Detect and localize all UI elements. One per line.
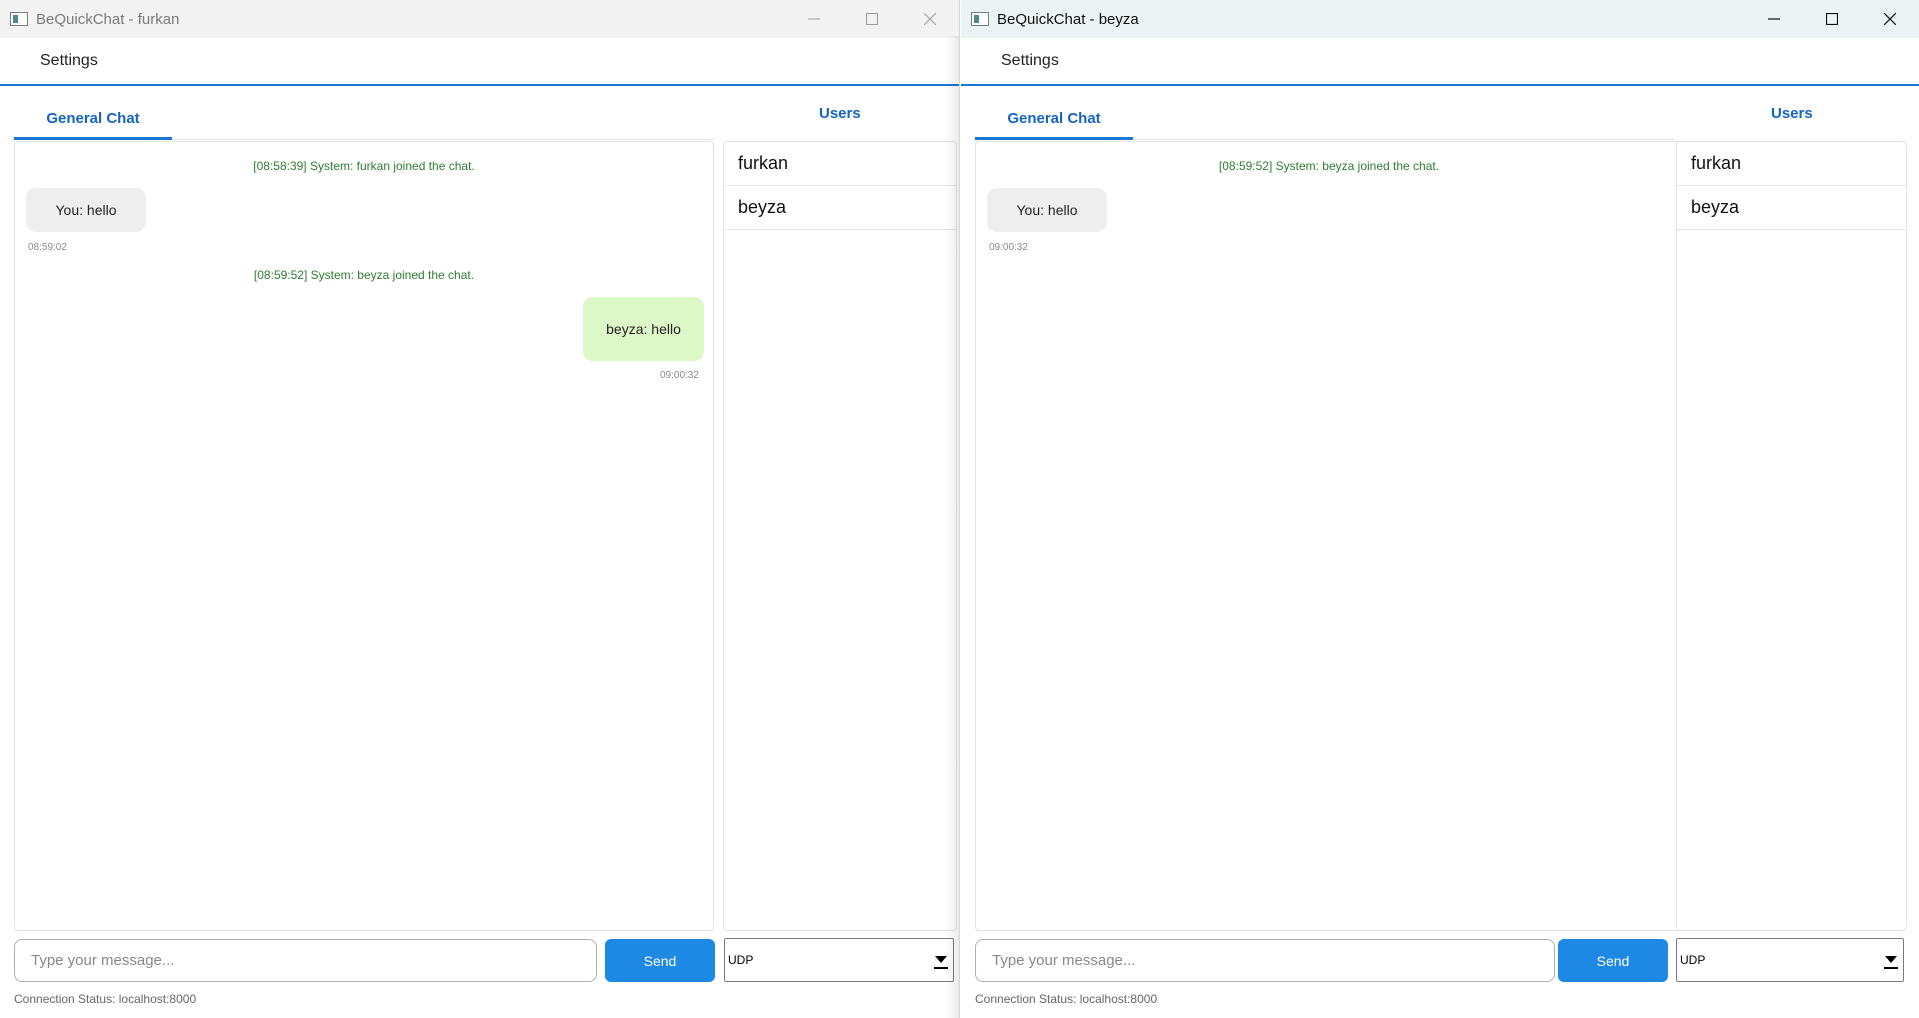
close-button[interactable]	[901, 0, 959, 38]
chevron-down-icon	[1884, 953, 1898, 969]
system-message: [08:58:39] System: furkan joined the cha…	[253, 159, 475, 173]
connection-status: Connection Status: localhost:8000	[14, 992, 197, 1006]
minimize-icon	[808, 18, 820, 20]
chevron-down-icon	[934, 953, 948, 969]
maximize-button[interactable]	[1803, 0, 1861, 38]
protocol-value: UDP	[728, 953, 754, 967]
protocol-select[interactable]: UDP	[1676, 938, 1904, 982]
chat-messages-panel[interactable]: [08:58:39] System: furkan joined the cha…	[14, 141, 714, 931]
user-list-item[interactable]: furkan	[724, 142, 956, 186]
close-button[interactable]	[1861, 0, 1919, 38]
maximize-icon	[866, 13, 878, 25]
window-title: BeQuickChat - furkan	[36, 10, 180, 28]
protocol-value: UDP	[1680, 953, 1706, 967]
window-title: BeQuickChat - beyza	[997, 10, 1139, 28]
users-list: furkan beyza	[723, 141, 957, 931]
system-message: [08:59:52] System: beyza joined the chat…	[1218, 159, 1440, 173]
message-input[interactable]: Type your message...	[975, 939, 1555, 982]
title-bar[interactable]: BeQuickChat - furkan	[0, 0, 959, 38]
user-list-item[interactable]: beyza	[1677, 186, 1906, 230]
maximize-icon	[1826, 13, 1838, 25]
protocol-select[interactable]: UDP	[724, 938, 954, 982]
user-list-item[interactable]: beyza	[724, 186, 956, 230]
app-window-icon	[971, 12, 989, 26]
minimize-button[interactable]	[1745, 0, 1803, 38]
message-input[interactable]: Type your message...	[14, 939, 597, 982]
minimize-icon	[1768, 18, 1780, 20]
close-icon	[1884, 13, 1896, 25]
menu-bar: Settings	[0, 38, 959, 86]
users-list: furkan beyza	[1676, 141, 1907, 931]
incoming-message-bubble: beyza: hello	[583, 297, 704, 361]
settings-menu[interactable]: Settings	[40, 52, 98, 70]
minimize-button[interactable]	[785, 0, 843, 38]
menu-bar: Settings	[961, 38, 1919, 86]
title-bar[interactable]: BeQuickChat - beyza	[961, 0, 1919, 38]
send-button[interactable]: Send	[605, 939, 715, 982]
message-timestamp: 09:00:32	[989, 242, 1028, 253]
user-list-item[interactable]: furkan	[1677, 142, 1906, 186]
system-message: [08:59:52] System: beyza joined the chat…	[253, 268, 475, 282]
chat-window-beyza: BeQuickChat - beyza Settings General Cha…	[961, 0, 1919, 1018]
tab-general-chat[interactable]: General Chat	[975, 100, 1133, 140]
chat-messages-panel[interactable]: [08:59:52] System: beyza joined the chat…	[975, 141, 1683, 931]
app-window-icon	[10, 12, 28, 26]
chat-window-furkan: BeQuickChat - furkan Settings General Ch…	[0, 0, 960, 1018]
settings-menu[interactable]: Settings	[1001, 52, 1059, 70]
message-timestamp: 08:59:02	[28, 242, 67, 253]
users-title: Users	[1771, 105, 1813, 122]
users-title: Users	[819, 105, 861, 122]
own-message-bubble: You: hello	[987, 188, 1107, 232]
own-message-bubble: You: hello	[26, 188, 146, 232]
maximize-button[interactable]	[843, 0, 901, 38]
tab-general-chat[interactable]: General Chat	[14, 100, 172, 140]
connection-status: Connection Status: localhost:8000	[975, 992, 1158, 1006]
message-timestamp: 09:00:32	[660, 370, 699, 381]
close-icon	[924, 13, 936, 25]
send-button[interactable]: Send	[1558, 939, 1668, 982]
